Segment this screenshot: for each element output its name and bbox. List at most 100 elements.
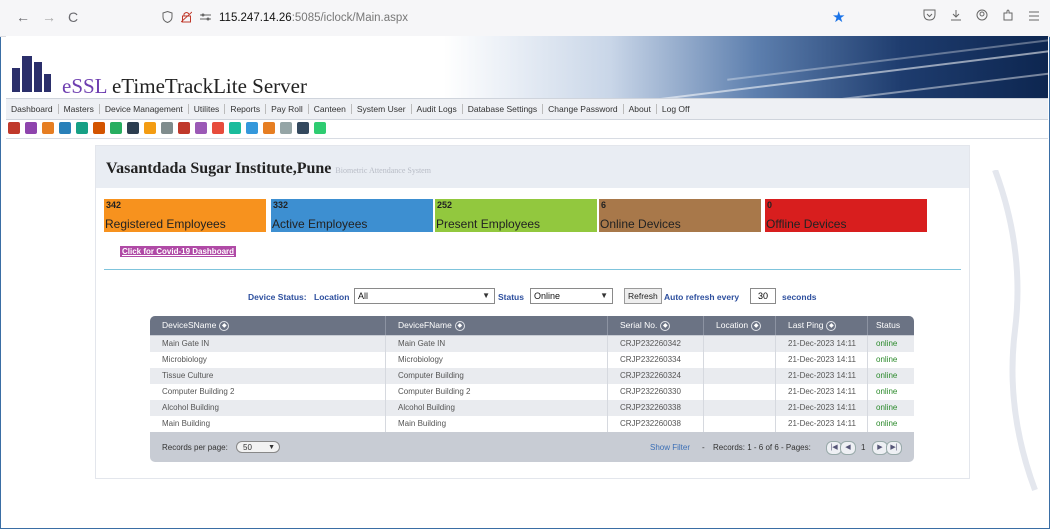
sort-icon[interactable]: ◆ <box>219 320 230 331</box>
current-page-number: 1 <box>861 443 866 452</box>
org-subtitle: Biometric Attendance System <box>335 166 431 175</box>
org-title: Vasantdada Sugar Institute,Pune Biometric… <box>106 160 431 178</box>
menu-item-device-management[interactable]: Device Management <box>100 104 189 114</box>
table-row[interactable]: Main Building Main Building CRJP23226003… <box>150 416 914 432</box>
seconds-label: seconds <box>782 292 817 302</box>
menu-item-utilites[interactable]: Utilites <box>189 104 226 114</box>
menu-item-pay-roll[interactable]: Pay Roll <box>266 104 309 114</box>
pocket-icon[interactable] <box>923 9 936 24</box>
stat-registered-employees[interactable]: 342 Registered Employees <box>104 199 266 232</box>
toolbar-shortcut-icon[interactable] <box>93 122 105 134</box>
stat-online-devices[interactable]: 6 Online Devices <box>599 199 761 232</box>
toolbar-shortcut-icon[interactable] <box>42 122 54 134</box>
menu-icon[interactable] <box>1028 9 1040 24</box>
column-header-location[interactable]: Location ◆ <box>704 316 776 335</box>
menu-item-database-settings[interactable]: Database Settings <box>463 104 544 114</box>
browser-toolbar: ← → C 115.247.14.26:5085/iclock/Main.asp… <box>0 0 1050 37</box>
refresh-button[interactable]: Refresh <box>624 288 662 304</box>
menu-item-change-password[interactable]: Change Password <box>543 104 624 114</box>
location-select-value: All <box>358 291 369 301</box>
browser-right-icons <box>923 9 1040 24</box>
bookmark-star-icon[interactable]: ★ <box>832 8 845 26</box>
covid-dashboard-link[interactable]: Click for Covid-19 Dashboard <box>120 246 237 257</box>
toolbar-shortcut-icon[interactable] <box>144 122 156 134</box>
toolbar-shortcut-icon[interactable] <box>297 122 309 134</box>
column-title: DeviceSName <box>162 320 217 330</box>
toolbar-shortcut-icon[interactable] <box>76 122 88 134</box>
table-row[interactable]: Computer Building 2 Computer Building 2 … <box>150 384 914 400</box>
toolbar-shortcut-icon[interactable] <box>280 122 292 134</box>
previous-page-icon[interactable]: ◀ <box>840 441 856 455</box>
toolbar-shortcut-icon[interactable] <box>229 122 241 134</box>
toolbar-shortcut-icon[interactable] <box>246 122 258 134</box>
cell-location <box>704 352 776 368</box>
toolbar-shortcut-icon[interactable] <box>59 122 71 134</box>
menu-item-dashboard[interactable]: Dashboard <box>6 104 59 114</box>
column-header-devicesname[interactable]: DeviceSName ◆ <box>150 316 386 335</box>
table-row[interactable]: Microbiology Microbiology CRJP232260334 … <box>150 352 914 368</box>
table-row[interactable]: Tissue Culture Computer Building CRJP232… <box>150 368 914 384</box>
menu-item-masters[interactable]: Masters <box>59 104 100 114</box>
column-header-devicefname[interactable]: DeviceFName ◆ <box>386 316 608 335</box>
menu-item-log-off[interactable]: Log Off <box>657 104 695 114</box>
column-header-serial-no[interactable]: Serial No. ◆ <box>608 316 704 335</box>
status-select-value: Online <box>534 291 561 301</box>
toolbar-shortcut-icon[interactable] <box>110 122 122 134</box>
url-text[interactable]: 115.247.14.26:5085/iclock/Main.aspx <box>219 12 408 24</box>
records-per-page-select[interactable]: 50 ▼ <box>236 441 280 453</box>
stat-active-employees[interactable]: 332 Active Employees <box>271 199 433 232</box>
refresh-interval-input[interactable]: 30 <box>750 288 776 304</box>
back-button[interactable]: ← <box>14 8 32 26</box>
table-row[interactable]: Alcohol Building Alcohol Building CRJP23… <box>150 400 914 416</box>
toolbar-shortcut-icon[interactable] <box>8 122 20 134</box>
account-icon[interactable] <box>976 9 988 24</box>
cell-devicesname: Microbiology <box>150 352 386 368</box>
watermark-decoration <box>992 170 1038 492</box>
toolbar-shortcut-icon[interactable] <box>263 122 275 134</box>
toolbar-shortcut-icon[interactable] <box>25 122 37 134</box>
menu-item-about[interactable]: About <box>624 104 657 114</box>
device-status-label: Device Status: <box>248 292 307 302</box>
stat-offline-devices[interactable]: 0 Offline Devices <box>765 199 927 232</box>
download-icon[interactable] <box>950 9 962 24</box>
column-title: DeviceFName <box>398 320 452 330</box>
forward-button[interactable]: → <box>40 8 58 26</box>
main-menu: Dashboard Masters Device Management Util… <box>6 98 1048 120</box>
table-row[interactable]: Main Gate IN Main Gate IN CRJP232260342 … <box>150 336 914 352</box>
toolbar-shortcut-icon[interactable] <box>212 122 224 134</box>
insecure-lock-icon[interactable] <box>180 11 193 26</box>
cell-last-ping: 21-Dec-2023 14:11 <box>776 384 868 400</box>
extensions-icon[interactable] <box>1002 9 1014 24</box>
last-page-icon[interactable]: ▶| <box>886 441 902 455</box>
stat-present-employees[interactable]: 252 Present Employees <box>435 199 597 232</box>
url-host: 115.247.14.26 <box>219 12 292 24</box>
app-brand: eSSL eTimeTrackLite Server <box>62 74 307 98</box>
permissions-icon[interactable] <box>200 11 211 25</box>
location-select[interactable]: All ▼ <box>354 288 495 304</box>
cell-last-ping: 21-Dec-2023 14:11 <box>776 336 868 352</box>
toolbar-shortcut-icon[interactable] <box>161 122 173 134</box>
cell-devicefname: Main Building <box>386 416 608 432</box>
toolbar-shortcut-icon[interactable] <box>178 122 190 134</box>
column-header-status[interactable]: Status <box>868 316 914 335</box>
reload-button[interactable]: C <box>64 8 82 26</box>
menu-item-audit-logs[interactable]: Audit Logs <box>412 104 463 114</box>
menu-item-reports[interactable]: Reports <box>225 104 267 114</box>
menu-item-system-user[interactable]: System User <box>352 104 412 114</box>
cell-serial-no: CRJP232260338 <box>608 400 704 416</box>
toolbar-shortcut-icon[interactable] <box>127 122 139 134</box>
sort-icon[interactable]: ◆ <box>454 320 465 331</box>
toolbar-shortcut-icon[interactable] <box>195 122 207 134</box>
toolbar-shortcut-icon[interactable] <box>314 122 326 134</box>
status-select[interactable]: Online ▼ <box>530 288 613 304</box>
cell-devicesname: Tissue Culture <box>150 368 386 384</box>
toolbar-divider <box>6 138 1048 139</box>
org-name: Vasantdada Sugar Institute,Pune <box>106 160 332 177</box>
menu-item-canteen[interactable]: Canteen <box>309 104 352 114</box>
show-filter-link[interactable]: Show Filter <box>650 443 690 452</box>
address-bar[interactable]: 115.247.14.26:5085/iclock/Main.aspx <box>162 7 408 29</box>
column-header-last-ping[interactable]: Last Ping ◆ <box>776 316 868 335</box>
sort-icon[interactable]: ◆ <box>660 320 671 331</box>
sort-icon[interactable]: ◆ <box>826 320 837 331</box>
sort-icon[interactable]: ◆ <box>751 320 762 331</box>
